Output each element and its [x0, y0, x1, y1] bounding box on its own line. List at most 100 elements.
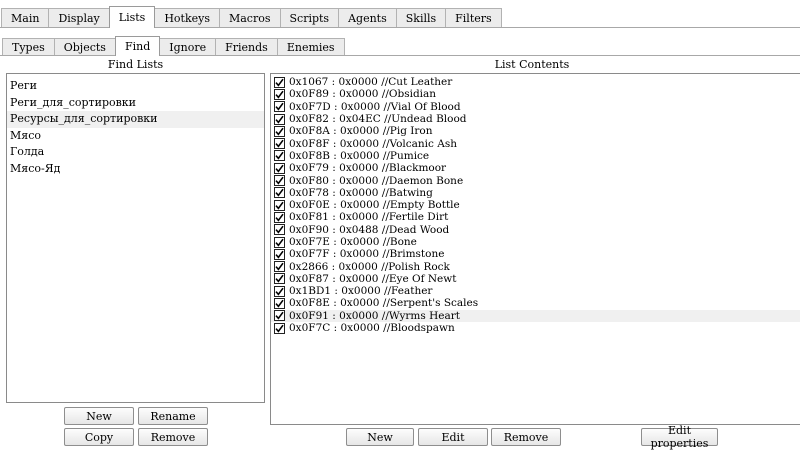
row-checkbox[interactable]: [274, 175, 285, 187]
list-content-row[interactable]: 0x0F8B : 0x0000 //Pumice: [271, 150, 800, 162]
row-checkbox[interactable]: [274, 322, 285, 334]
row-checkbox[interactable]: [274, 297, 285, 309]
list-content-row[interactable]: 0x0F82 : 0x04EC //Undead Blood: [271, 113, 800, 125]
row-checkbox[interactable]: [274, 125, 285, 137]
find-list-item[interactable]: Мясо-Яд: [7, 161, 264, 178]
lists-sub-tab-bar: Types Objects Find Ignore Friends Enemies: [0, 36, 800, 56]
tab-agents[interactable]: Agents: [338, 8, 397, 27]
list-content-row[interactable]: 0x0F8A : 0x0000 //Pig Iron: [271, 125, 800, 137]
row-checkbox[interactable]: [274, 199, 285, 211]
list-content-row[interactable]: 0x0F87 : 0x0000 //Eye Of Newt: [271, 273, 800, 285]
list-content-row[interactable]: 0x0F8F : 0x0000 //Volcanic Ash: [271, 137, 800, 150]
list-content-row[interactable]: 0x0F91 : 0x0000 //Wyrms Heart: [271, 309, 800, 322]
find-remove-button[interactable]: Remove: [138, 428, 208, 446]
checkmark-icon: [275, 250, 284, 259]
subtab-ignore[interactable]: Ignore: [159, 38, 217, 55]
row-checkbox[interactable]: [274, 88, 285, 100]
row-text: 0x0F90 : 0x0488 //Dead Wood: [289, 223, 450, 236]
checkmark-icon: [275, 299, 284, 308]
tab-scripts[interactable]: Scripts: [279, 8, 340, 27]
subtab-find[interactable]: Find: [114, 36, 161, 56]
checkmark-icon: [275, 238, 284, 247]
find-list-item[interactable]: Голда: [7, 144, 264, 161]
checkmark-icon: [275, 311, 284, 320]
tab-hotkeys[interactable]: Hotkeys: [154, 8, 220, 27]
list-contents-listbox[interactable]: 0x1067 : 0x0000 //Cut Leather 0x0F89 : 0x…: [270, 73, 800, 425]
tab-skills[interactable]: Skills: [395, 8, 447, 27]
list-content-row[interactable]: 0x0F0E : 0x0000 //Empty Bottle: [271, 199, 800, 211]
subtab-types[interactable]: Types: [2, 38, 55, 55]
find-list-item[interactable]: Реги_для_сортировки: [7, 95, 264, 112]
row-checkbox[interactable]: [274, 138, 285, 150]
find-lists-listbox[interactable]: Реги Реги_для_сортировки Ресурсы_для_сорти…: [6, 73, 265, 403]
row-checkbox[interactable]: [274, 113, 285, 125]
checkmark-icon: [275, 127, 284, 136]
list-content-row[interactable]: 0x0F7F : 0x0000 //Brimstone: [271, 248, 800, 260]
row-text: 0x0F82 : 0x04EC //Undead Blood: [289, 113, 467, 126]
list-content-row[interactable]: 0x2866 : 0x0000 //Polish Rock: [271, 260, 800, 273]
row-checkbox[interactable]: [274, 310, 285, 322]
find-new-button[interactable]: New: [64, 407, 134, 425]
subtab-friends[interactable]: Friends: [215, 38, 278, 55]
checkmark-icon: [275, 151, 284, 161]
checkmark-icon: [275, 139, 284, 148]
tab-filters[interactable]: Filters: [445, 8, 502, 27]
row-text: 0x0F0E : 0x0000 //Empty Bottle: [289, 199, 460, 212]
checkmark-icon: [275, 102, 284, 111]
row-checkbox[interactable]: [274, 261, 285, 273]
row-checkbox[interactable]: [274, 211, 285, 223]
list-content-row[interactable]: 0x0F81 : 0x0000 //Fertile Dirt: [271, 211, 800, 223]
subtab-objects[interactable]: Objects: [53, 38, 116, 55]
checkmark-icon: [275, 274, 284, 284]
main-tab-list: Main Display Lists Hotkeys Macros Scripts Agen…: [0, 5, 502, 28]
list-contents-header: List Contents: [494, 58, 570, 71]
list-contents-items: 0x1067 : 0x0000 //Cut Leather 0x0F89 : 0x…: [271, 74, 800, 334]
row-checkbox[interactable]: [274, 187, 285, 199]
list-content-row[interactable]: 0x0F89 : 0x0000 //Obsidian: [271, 88, 800, 100]
list-content-row[interactable]: 0x0F7D : 0x0000 //Vial Of Blood: [271, 101, 800, 113]
tab-main[interactable]: Main: [1, 8, 50, 27]
edit-properties-button[interactable]: Edit properties: [641, 424, 718, 450]
row-checkbox[interactable]: [274, 101, 285, 113]
tab-display[interactable]: Display: [48, 8, 110, 27]
row-text: 0x0F81 : 0x0000 //Fertile Dirt: [289, 211, 449, 224]
row-checkbox[interactable]: [274, 236, 285, 248]
checkmark-icon: [275, 115, 284, 124]
find-list-item[interactable]: Реги: [7, 78, 264, 95]
contents-new-button[interactable]: New: [346, 428, 414, 446]
list-content-row[interactable]: 0x0F7E : 0x0000 //Bone: [271, 236, 800, 248]
list-content-row[interactable]: 0x1067 : 0x0000 //Cut Leather: [271, 76, 800, 88]
find-copy-button[interactable]: Copy: [64, 428, 134, 446]
row-checkbox[interactable]: [274, 248, 285, 260]
row-text: 0x0F8F : 0x0000 //Volcanic Ash: [289, 137, 457, 150]
find-list-item[interactable]: Мясо: [7, 128, 264, 145]
list-content-row[interactable]: 0x0F8E : 0x0000 //Serpent's Scales: [271, 297, 800, 309]
row-checkbox[interactable]: [274, 162, 285, 174]
tab-macros[interactable]: Macros: [218, 8, 281, 27]
tab-lists[interactable]: Lists: [108, 6, 156, 28]
list-content-row[interactable]: 0x0F7C : 0x0000 //Bloodspawn: [271, 322, 800, 334]
list-content-row[interactable]: 0x0F90 : 0x0488 //Dead Wood: [271, 224, 800, 236]
find-rename-button[interactable]: Rename: [138, 407, 208, 425]
row-checkbox[interactable]: [274, 76, 285, 88]
row-checkbox[interactable]: [274, 150, 285, 162]
list-content-row[interactable]: 0x0F80 : 0x0000 //Daemon Bone: [271, 174, 800, 187]
row-text: 0x0F87 : 0x0000 //Eye Of Newt: [289, 272, 457, 285]
find-list-item[interactable]: Ресурсы_для_сортировки: [7, 111, 264, 128]
subtab-enemies[interactable]: Enemies: [276, 38, 345, 55]
contents-remove-button[interactable]: Remove: [491, 428, 561, 446]
row-checkbox[interactable]: [274, 224, 285, 236]
main-tab-bar: Main Display Lists Hotkeys Macros Scripts Agen…: [0, 5, 800, 28]
row-checkbox[interactable]: [274, 285, 285, 297]
row-text: 0x0F7E : 0x0000 //Bone: [289, 236, 417, 248]
row-checkbox[interactable]: [274, 273, 285, 285]
row-text: 0x0F8B : 0x0000 //Pumice: [289, 149, 430, 162]
row-text: 0x0F78 : 0x0000 //Batwing: [289, 186, 433, 199]
list-content-row[interactable]: 0x0F79 : 0x0000 //Blackmoor: [271, 162, 800, 174]
list-content-row[interactable]: 0x0F78 : 0x0000 //Batwing: [271, 187, 800, 199]
row-text: 0x0F7F : 0x0000 //Brimstone: [289, 248, 445, 261]
contents-edit-button[interactable]: Edit: [418, 428, 488, 446]
row-text: 0x0F7D : 0x0000 //Vial Of Blood: [289, 100, 461, 113]
row-text: 0x1067 : 0x0000 //Cut Leather: [289, 76, 453, 89]
list-content-row[interactable]: 0x1BD1 : 0x0000 //Feather: [271, 285, 800, 297]
